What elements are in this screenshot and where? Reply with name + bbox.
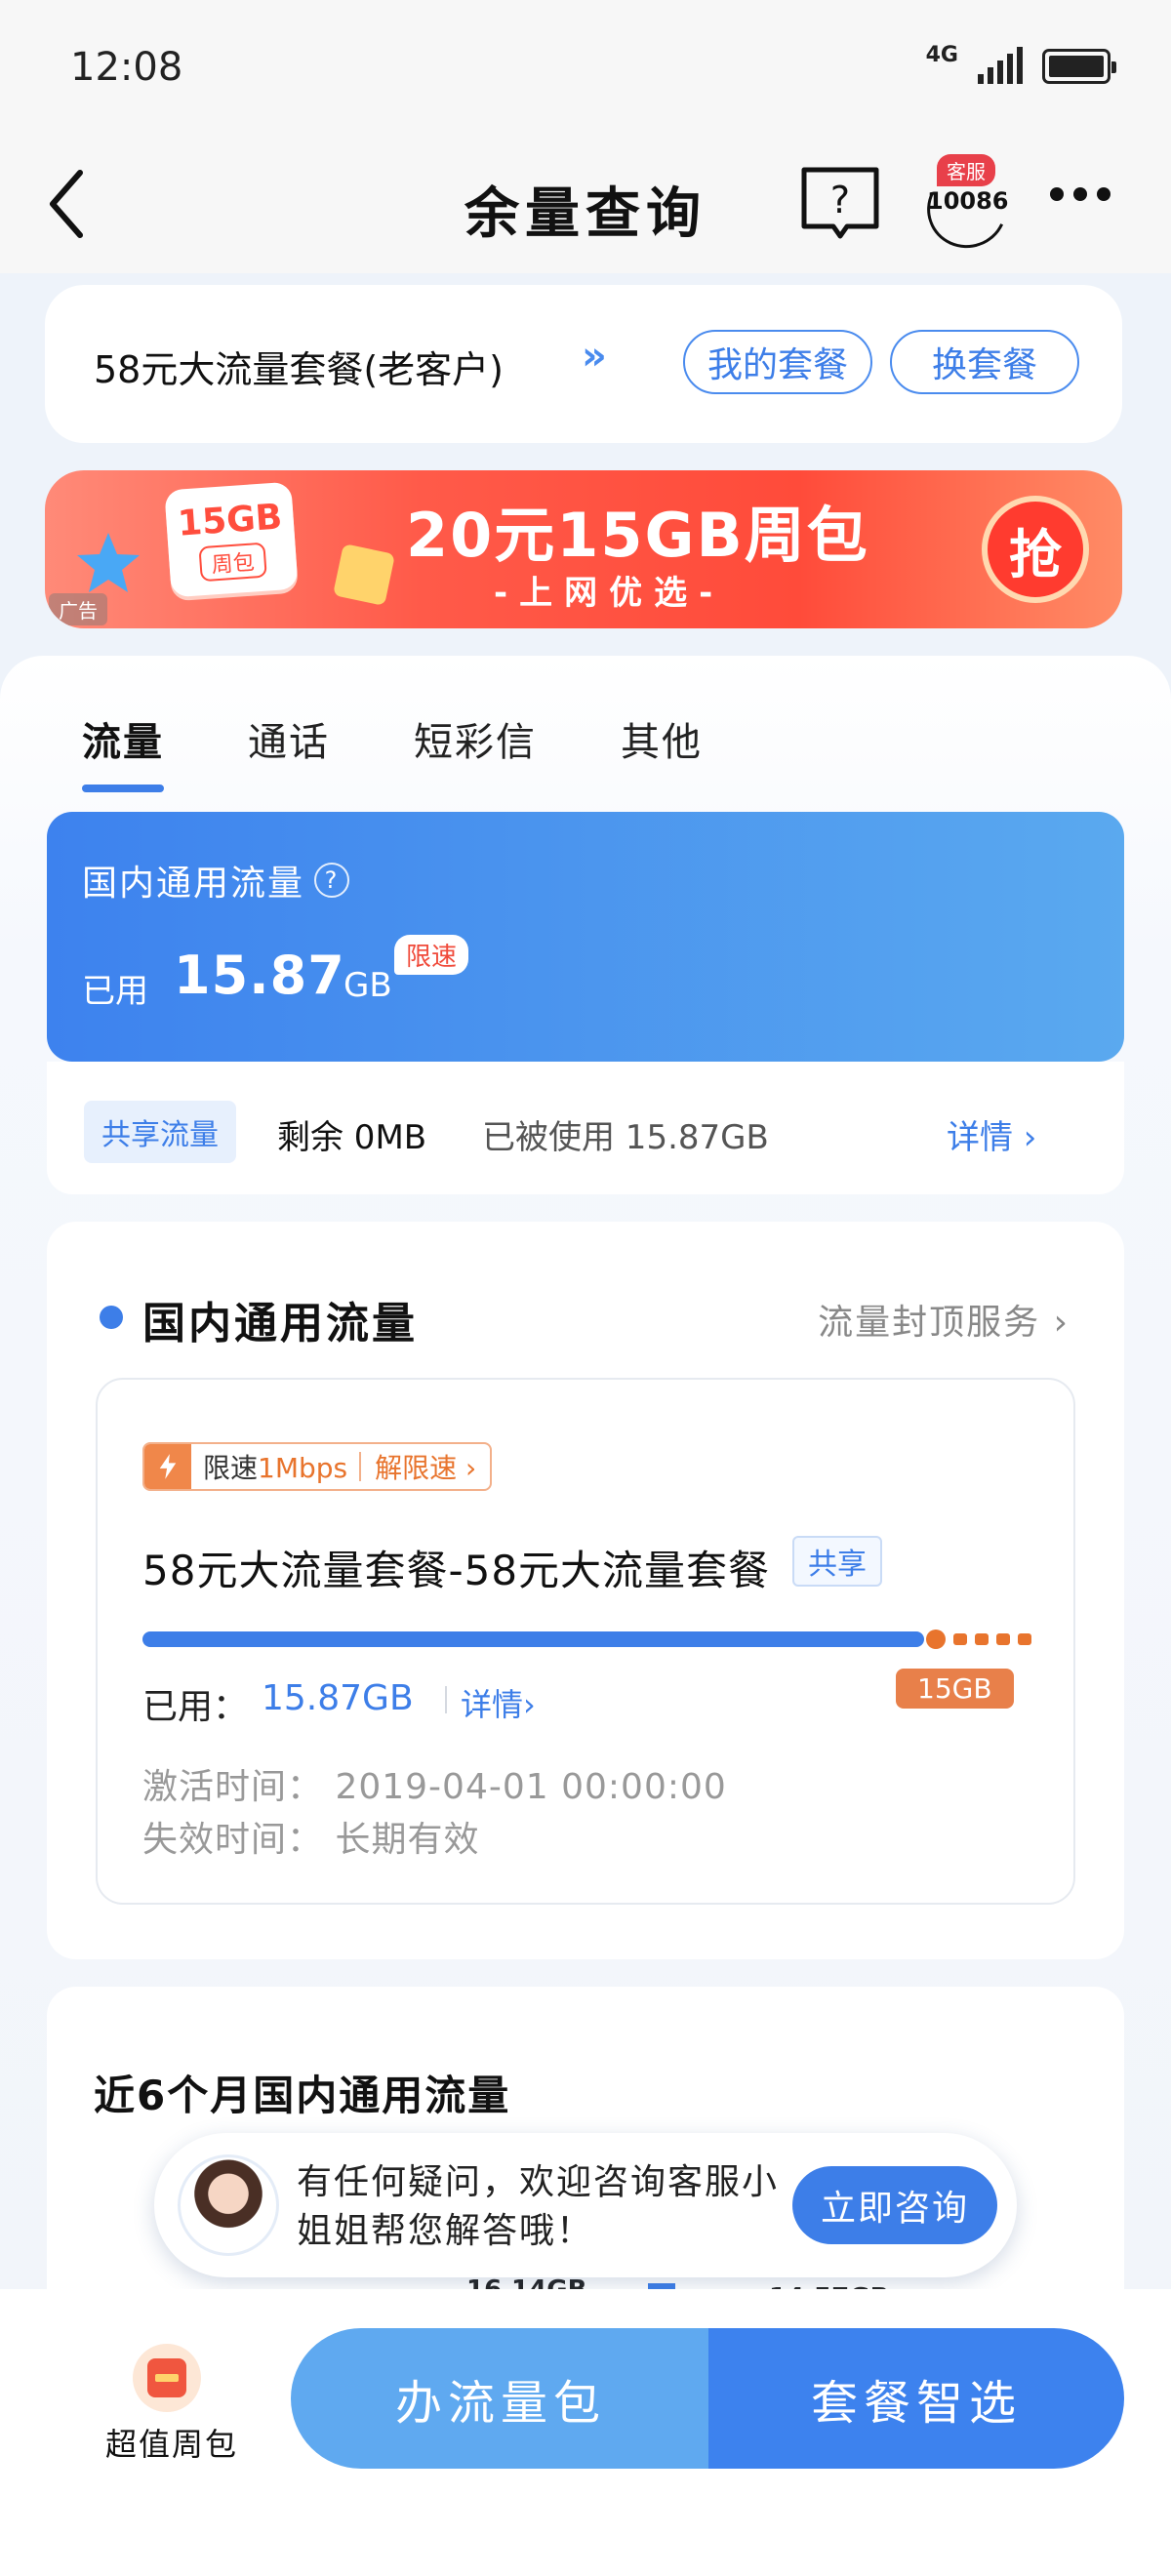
progress-remaining [953,1633,1031,1645]
consult-now-button[interactable]: 立即咨询 [792,2166,997,2244]
used-value: 15.87 [174,945,345,1006]
weekly-pack-icon[interactable] [133,2344,201,2412]
lightning-icon [144,1444,191,1489]
data-detail-card: 国内通用流量 流量封顶服务 › 限速1Mbps 解限速 › 58元大流量套餐-5… [47,1222,1124,1959]
nav-bar: 余量查询 ? 客服 10086 [0,137,1171,273]
bottom-action-bar: 超值周包 办流量包 套餐智选 [0,2289,1171,2576]
usage-summary-card: 国内通用流量 ? 已用 15.87 GB 限速 [47,812,1124,1062]
grab-button[interactable]: 抢 [982,496,1089,603]
ad-subtitle: -上网优选- [494,574,725,613]
chat-message: 有任何疑问，欢迎咨询客服小姐姐帮您解答哦！ [297,2162,780,2251]
tab-sms[interactable]: 短彩信 [414,710,537,767]
package-box: 限速1Mbps 解限速 › 58元大流量套餐-58元大流量套餐 共享 已用： 1… [96,1378,1075,1905]
bullet-dot [100,1306,123,1329]
my-plan-button[interactable]: 我的套餐 [683,330,872,394]
status-icons: 4G [925,43,1116,84]
battery-icon [1042,49,1116,84]
package-limit-badge: 15GB [896,1669,1014,1709]
customer-service-prompt: 有任何疑问，欢迎咨询客服小姐姐帮您解答哦！ 立即咨询 [154,2133,1017,2277]
shared-detail-link[interactable]: 详情 › [947,1110,1036,1158]
package-used-value: 15.87GB [262,1678,414,1718]
ad-badge: 15GB 周包 [164,481,299,598]
book-question-icon: ? [801,167,879,239]
activation-time: 激活时间： 2019-04-01 00:00:00 [142,1767,727,1807]
plan-name[interactable]: 58元大流量套餐(老客户) [94,340,504,393]
shared-used: 已被使用 15.87GB [482,1118,769,1157]
current-plan-card: 58元大流量套餐(老客户) » 我的套餐 换套餐 [45,285,1122,443]
speed-limit-bar: 限速1Mbps 解限速 › [142,1442,493,1491]
main-panel: 流量 通话 短彩信 其他 国内通用流量 ? 已用 15.87 GB 限速 共享流… [0,656,1171,2377]
usage-tabs: 流量 通话 短彩信 其他 [82,710,787,792]
ad-title: 20元15GB周包 [406,500,869,571]
smart-plan-button[interactable]: 套餐智选 [708,2328,1124,2469]
detail-title: 国内通用流量 [142,1299,418,1348]
data-cap-service-link[interactable]: 流量封顶服务 › [818,1294,1070,1345]
used-label: 已用 [82,972,148,1011]
svg-text:?: ? [830,179,850,221]
change-plan-button[interactable]: 换套餐 [890,330,1079,394]
status-time: 12:08 [70,45,183,90]
signal-icon [978,45,1023,84]
ad-banner[interactable]: 15GB 周包 20元15GB周包 -上网优选- 抢 广告 [45,470,1122,628]
weekly-pack-label[interactable]: 超值周包 [105,2420,238,2465]
progress-marker [926,1630,946,1649]
usage-progress-bar [142,1630,1031,1649]
expiry-time: 失效时间： 长期有效 [142,1820,480,1860]
tab-calls[interactable]: 通话 [248,710,330,767]
cs-number: 10086 [927,187,1009,215]
avatar [178,2154,279,2256]
progress-fill [142,1631,924,1647]
package-name: 58元大流量套餐-58元大流量套餐 [142,1547,771,1594]
help-circle-icon[interactable]: ? [314,863,350,898]
tab-underline [82,785,164,792]
more-dots-icon[interactable] [1050,187,1110,201]
tab-other[interactable]: 其他 [621,710,703,767]
ad-label: 广告 [49,593,107,625]
cs-badge: 客服 [937,154,995,186]
gift-icon [332,543,396,607]
package-detail-link[interactable]: 详情› [461,1680,536,1725]
unlock-speed-button[interactable]: 解限速 › [361,1447,490,1486]
network-type: 4G [925,43,958,67]
shared-remaining: 剩余 0MB [277,1118,427,1157]
package-share-tag: 共享 [792,1536,882,1587]
speed-limit-tag: 限速 [394,935,469,975]
used-unit: GB [343,966,392,1005]
package-used-label: 已用： [142,1687,249,1727]
usage-title: 国内通用流量 ? [82,855,350,906]
buy-data-pack-button[interactable]: 办流量包 [291,2328,710,2469]
history-title: 近6个月国内通用流量 [94,2072,511,2119]
shared-data-row: 共享流量 剩余 0MB 已被使用 15.87GB 详情 › [47,1062,1124,1194]
double-chevron-icon[interactable]: » [582,334,607,379]
tab-data[interactable]: 流量 [82,710,164,792]
status-bar: 12:08 4G [0,0,1171,137]
shared-tag: 共享流量 [84,1101,236,1163]
star-icon [77,533,140,592]
speed-limit-label: 限速1Mbps [203,1452,348,1484]
customer-service-button[interactable]: 客服 10086 [915,152,1019,260]
help-button[interactable]: ? [798,160,882,244]
